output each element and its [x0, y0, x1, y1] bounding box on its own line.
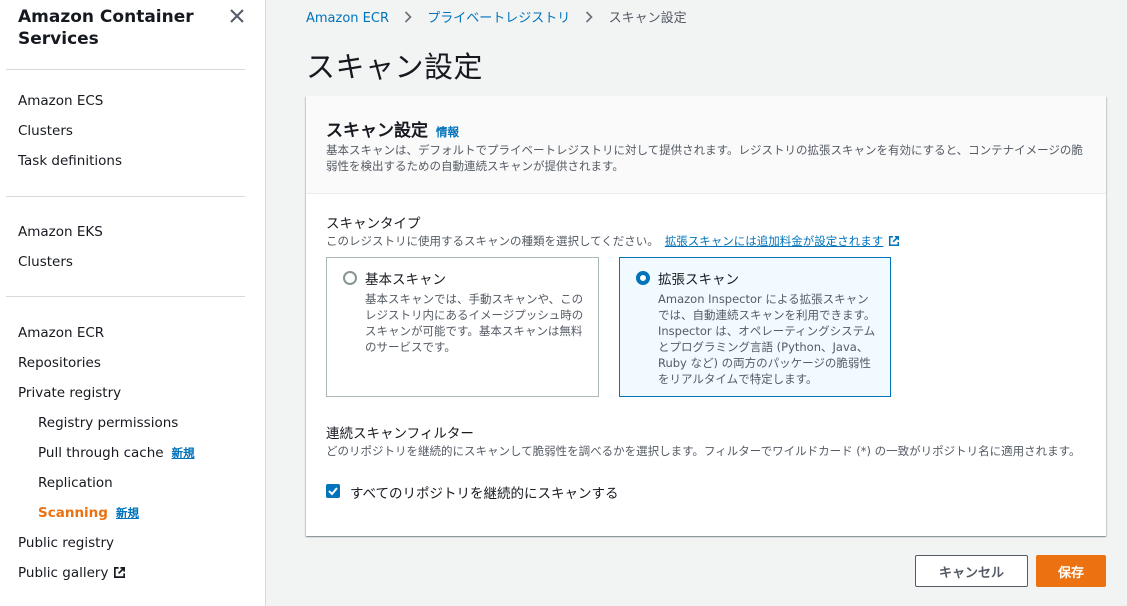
chevron-right-icon — [586, 11, 594, 23]
sidebar-item-pull-through-cache[interactable]: Pull through cache 新規 — [38, 444, 195, 462]
info-link[interactable]: 情報 — [436, 125, 459, 139]
save-button[interactable]: 保存 — [1036, 555, 1106, 587]
sidebar-item-label: Scanning — [38, 505, 108, 521]
panel-description: 基本スキャンは、デフォルトでプライベートレジストリに対して提供されます。レジスト… — [326, 143, 1083, 173]
panel-title-text: スキャン設定 — [326, 121, 428, 141]
sidebar-item-private-registry[interactable]: Private registry — [18, 384, 121, 402]
sidebar: Amazon Container Services Amazon ECS Clu… — [0, 0, 266, 606]
enhanced-scan-description: Amazon Inspector による拡張スキャンでは、自動連続スキャンを利用… — [658, 292, 876, 386]
panel-title: スキャン設定 情報 — [326, 116, 459, 141]
sidebar-divider — [6, 196, 245, 197]
basic-scan-description: 基本スキャンでは、手動スキャンや、このレジストリ内にあるイメージプッシュ時のスキ… — [365, 292, 584, 354]
external-link-icon[interactable] — [888, 235, 900, 247]
page-title: スキャン設定 — [306, 50, 484, 84]
enhanced-scan-title: 拡張スキャン — [658, 272, 739, 288]
checkmark-icon — [328, 487, 338, 496]
sidebar-item-replication[interactable]: Replication — [38, 474, 113, 492]
close-icon[interactable] — [228, 7, 246, 25]
enhanced-scan-tile[interactable]: 拡張スキャン Amazon Inspector による拡張スキャンでは、自動連続… — [619, 257, 891, 397]
cancel-button[interactable]: キャンセル — [915, 555, 1028, 587]
basic-scan-tile[interactable]: 基本スキャン 基本スキャンでは、手動スキャンや、このレジストリ内にあるイメージプ… — [326, 257, 599, 397]
sidebar-item-registry-permissions[interactable]: Registry permissions — [38, 414, 178, 432]
sidebar-item-public-gallery[interactable]: Public gallery — [18, 564, 126, 582]
sidebar-item-task-definitions[interactable]: Task definitions — [18, 152, 122, 170]
sidebar-item-amazon-eks[interactable]: Amazon EKS — [18, 223, 103, 241]
sidebar-item-repositories[interactable]: Repositories — [18, 354, 101, 372]
panel-header: スキャン設定 情報 基本スキャンは、デフォルトでプライベートレジストリに対して提供… — [306, 96, 1106, 194]
external-link-icon — [114, 567, 126, 578]
sidebar-item-eks-clusters[interactable]: Clusters — [18, 253, 73, 271]
pricing-link[interactable]: 拡張スキャンには追加料金が設定されます — [665, 234, 884, 248]
sidebar-divider — [6, 69, 245, 70]
sidebar-item-amazon-ecs[interactable]: Amazon ECS — [18, 92, 103, 110]
basic-scan-radio[interactable] — [343, 271, 357, 285]
sidebar-item-label: Pull through cache — [38, 445, 164, 461]
enhanced-scan-radio[interactable] — [636, 271, 650, 285]
sidebar-divider — [6, 296, 245, 297]
breadcrumb: Amazon ECR プライベートレジストリ スキャン設定 — [306, 7, 687, 26]
breadcrumb-link-private-registry[interactable]: プライベートレジストリ — [427, 11, 570, 26]
sidebar-title: Amazon Container Services — [18, 7, 194, 49]
scan-settings-panel: スキャン設定 情報 基本スキャンは、デフォルトでプライベートレジストリに対して提供… — [306, 96, 1106, 536]
new-badge: 新規 — [171, 446, 195, 460]
sidebar-item-ecs-clusters[interactable]: Clusters — [18, 122, 73, 140]
basic-scan-title: 基本スキャン — [365, 272, 446, 288]
new-badge: 新規 — [115, 506, 139, 520]
breadcrumb-current: スキャン設定 — [608, 11, 687, 26]
scan-type-description: このレジストリに使用するスキャンの種類を選択してください。 拡張スキャンには追加料… — [326, 233, 900, 249]
filter-description: どのリポジトリを継続的にスキャンして脆弱性を調べるかを選択します。フィルターでワ… — [326, 444, 1081, 458]
filter-label: 連続スキャンフィルター — [326, 426, 474, 442]
scan-type-label: スキャンタイプ — [326, 216, 421, 232]
scan-all-checkbox-label[interactable]: すべてのリポジトリを継続的にスキャンする — [350, 482, 619, 502]
chevron-right-icon — [405, 11, 412, 23]
sidebar-item-label: Public gallery — [18, 565, 109, 581]
sidebar-item-public-registry[interactable]: Public registry — [18, 534, 114, 552]
sidebar-item-amazon-ecr[interactable]: Amazon ECR — [18, 324, 104, 342]
sidebar-item-scanning[interactable]: Scanning 新規 — [38, 504, 139, 522]
scan-all-checkbox[interactable] — [326, 484, 340, 498]
breadcrumb-link-ecr[interactable]: Amazon ECR — [306, 11, 389, 26]
scan-type-description-text: このレジストリに使用するスキャンの種類を選択してください。 — [326, 234, 659, 248]
